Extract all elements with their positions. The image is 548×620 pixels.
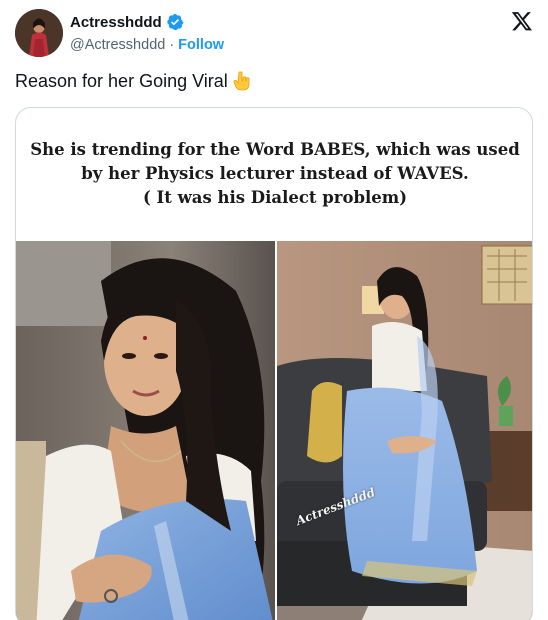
separator-dot: · [169,37,175,53]
follow-button[interactable]: Follow [178,37,224,53]
user-handle[interactable]: @Actresshddd [70,37,165,53]
caption-line-2: by her Physics lecturer instead of WAVES… [81,164,469,183]
caption-line-1: She is trending for the Word BABES, whic… [30,140,520,159]
caption-line-3: ( It was his Dialect problem) [142,188,408,207]
verified-badge-icon [166,13,184,31]
tweet-text: Reason for her Going Viral [15,70,253,92]
pointing-down-hand-emoji-icon [231,70,253,92]
photo-closeup[interactable] [16,241,275,620]
tweet-header: Actresshddd @Actresshddd · Follow [0,0,548,62]
tweet-body: Reason for her Going Viral [15,70,228,91]
photo-seated[interactable] [277,241,532,620]
media-card[interactable]: She is trending for the Word BABES, whic… [15,107,533,620]
display-name[interactable]: Actresshddd [70,14,162,31]
image-caption: She is trending for the Word BABES, whic… [16,108,532,241]
name-row: Actresshddd [70,13,184,31]
handle-row: @Actresshddd · Follow [70,37,224,53]
x-logo-icon[interactable] [511,10,533,32]
avatar[interactable] [15,9,63,57]
